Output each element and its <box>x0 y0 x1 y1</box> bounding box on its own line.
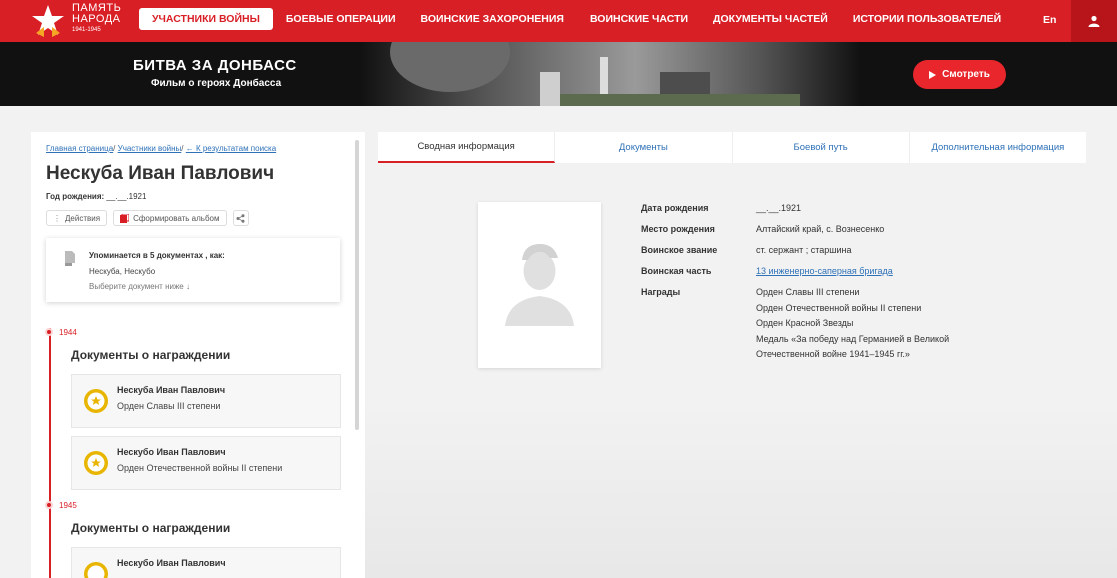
timeline-year: 1945 <box>59 501 77 510</box>
timeline-line <box>49 328 51 578</box>
timeline-dot <box>45 328 53 336</box>
medal-icon <box>84 451 108 475</box>
timeline-heading: Документы о награждении <box>71 521 231 535</box>
info-label: Дата рождения <box>641 203 709 213</box>
actions-button[interactable]: ⋮ Действия <box>46 210 108 226</box>
actions-button-label: Действия <box>65 213 101 223</box>
banner-title: БИТВА ЗА ДОНБАСС <box>133 57 297 74</box>
person-tabs: Сводная информация Документы Боевой путь… <box>378 132 1086 163</box>
user-icon <box>1088 15 1100 27</box>
logo-line-3: 1941-1945 <box>72 27 101 33</box>
info-label: Воинская часть <box>641 266 712 276</box>
info-label: Награды <box>641 287 681 297</box>
award-item: Отечественной войне 1941–1945 гг.» <box>756 349 910 359</box>
create-album-label: Сформировать альбом <box>133 213 220 223</box>
timeline-dot <box>45 501 53 509</box>
breadcrumb-home-link[interactable]: Главная страница <box>46 144 113 153</box>
info-label: Место рождения <box>641 224 715 234</box>
nav-item-operations[interactable]: Боевые операции <box>286 13 396 25</box>
birth-year: Год рождения: __.__.1921 <box>46 192 146 201</box>
person-photo[interactable] <box>478 202 601 368</box>
site-logo[interactable]: ПАМЯТЬ НАРОДА 1941-1945 <box>30 3 130 39</box>
mention-title: Упоминается в 5 документах , как: <box>89 251 225 260</box>
nav-item-units[interactable]: Воинские части <box>590 13 688 25</box>
medal-icon <box>84 562 108 578</box>
share-icon <box>236 213 245 223</box>
album-icon <box>120 213 130 223</box>
share-button[interactable] <box>232 210 249 226</box>
info-value: Алтайский край, с. Вознесенко <box>756 224 885 234</box>
info-value: __.__.1921 <box>756 203 802 213</box>
nav-item-participants[interactable]: Участники войны <box>139 8 273 30</box>
person-sidebar: Главная страница/ Участники войны/ ← К р… <box>31 132 365 578</box>
info-value: ст. сержант ; старшина <box>756 245 852 255</box>
award-person-name: Нескубо Иван Павлович <box>117 447 226 457</box>
breadcrumb: Главная страница/ Участники войны/ ← К р… <box>46 144 277 153</box>
award-person-name: Нескуба Иван Павлович <box>117 385 226 395</box>
more-vertical-icon: ⋮ <box>53 213 61 223</box>
birth-year-label: Год рождения: <box>46 192 105 201</box>
logo-text: ПАМЯТЬ НАРОДА 1941-1945 <box>72 3 121 36</box>
medal-icon <box>84 389 108 413</box>
awards-list: Орден Славы III степени Орден Отечествен… <box>756 287 949 365</box>
award-item: Медаль «За победу над Германией в Велико… <box>756 333 950 344</box>
tab-combat-path[interactable]: Боевой путь <box>733 132 910 163</box>
timeline-heading: Документы о награждении <box>71 348 231 362</box>
award-document-card[interactable]: Нескубо Иван Павлович Орден Отечественно… <box>71 436 341 490</box>
create-album-button[interactable]: Сформировать альбом <box>113 210 227 226</box>
award-item: Орден Отечественной войны II степени <box>756 302 922 313</box>
birth-year-value: __.__.1921 <box>106 192 147 201</box>
person-name: Нескуба Иван Павлович <box>46 163 275 184</box>
info-label: Воинское звание <box>641 245 718 255</box>
breadcrumb-section-link[interactable]: Участники войны <box>118 144 182 153</box>
documents-icon <box>62 251 75 266</box>
top-navigation-bar: ПАМЯТЬ НАРОДА 1941-1945 Участники войны … <box>0 0 1117 42</box>
award-title: Орден Славы III степени <box>117 401 221 411</box>
banner-photo <box>360 42 860 106</box>
language-switch[interactable]: En <box>1043 14 1056 26</box>
unit-link[interactable]: 13 инженерно-саперная бригада <box>756 266 893 276</box>
soldier-placeholder-icon <box>505 244 574 326</box>
logo-line-2: НАРОДА <box>72 13 121 25</box>
award-document-card[interactable]: Нескубо Иван Павлович <box>71 547 341 578</box>
user-button[interactable] <box>1071 0 1117 42</box>
award-item: Орден Красной Звезды <box>756 318 854 328</box>
award-document-card[interactable]: Нескуба Иван Павлович Орден Славы III ст… <box>71 374 341 428</box>
mention-card: Упоминается в 5 документах , как: Нескуб… <box>46 238 340 302</box>
watch-button[interactable]: Смотреть <box>913 60 1006 89</box>
tab-additional-info[interactable]: Дополнительная информация <box>910 132 1086 163</box>
back-to-results-link[interactable]: ← К результатам поиска <box>186 144 276 153</box>
play-icon <box>929 70 937 79</box>
watch-button-label: Смотреть <box>942 69 990 80</box>
award-item: Орден Славы III степени <box>756 287 860 297</box>
tab-summary[interactable]: Сводная информация <box>378 132 556 163</box>
tab-documents[interactable]: Документы <box>555 132 733 163</box>
award-title: Орден Отечественной войны II степени <box>117 463 283 473</box>
timeline-year: 1944 <box>59 328 77 337</box>
star-logo-icon <box>32 5 64 37</box>
award-person-name: Нескубо Иван Павлович <box>117 558 226 568</box>
banner-subtitle: Фильм о героях Донбасса <box>151 78 282 89</box>
nav-item-unit-documents[interactable]: Документы частей <box>713 13 828 25</box>
background-decoration <box>365 400 1117 578</box>
sidebar-scrollbar[interactable] <box>355 140 359 430</box>
promo-banner[interactable]: БИТВА ЗА ДОНБАСС Фильм о героях Донбасса… <box>0 42 1117 106</box>
mention-names: Нескуба, Нескубо <box>89 267 156 276</box>
action-buttons: ⋮ Действия Сформировать альбом <box>46 210 249 226</box>
nav-item-burials[interactable]: Воинские захоронения <box>421 13 564 25</box>
main-nav: Участники войны Боевые операции Воинские… <box>139 8 1001 30</box>
nav-item-user-stories[interactable]: Истории пользователей <box>853 13 1001 25</box>
mention-hint: Выберите документ ниже ↓ <box>89 282 190 291</box>
